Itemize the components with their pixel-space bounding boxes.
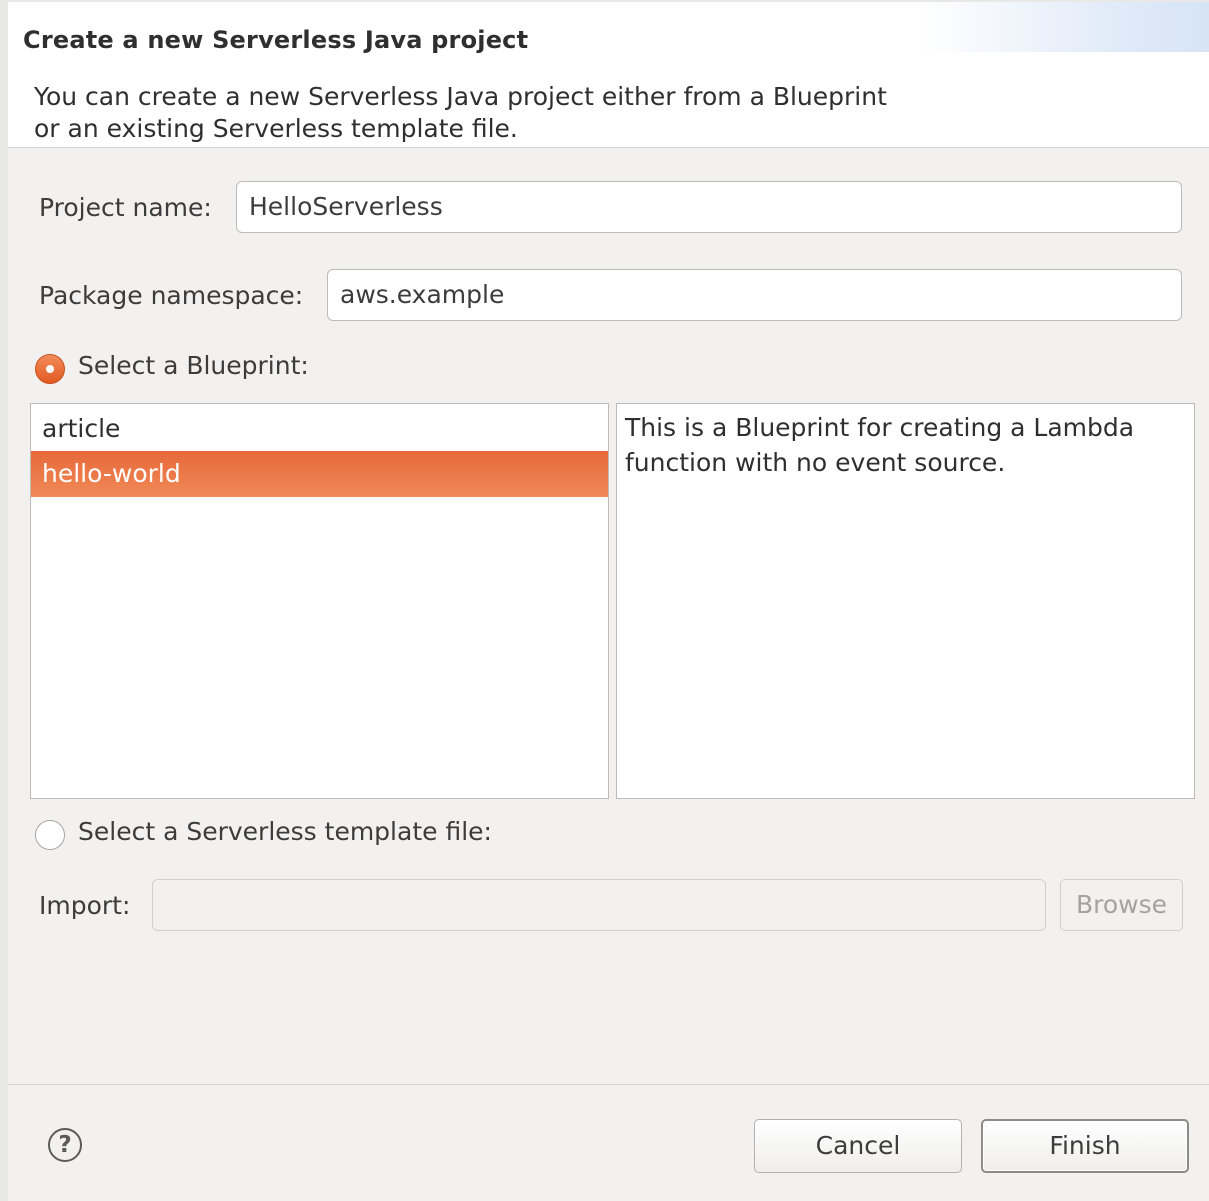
blueprint-description-panel: This is a Blueprint for creating a Lambd…	[616, 403, 1195, 799]
project-name-label: Project name:	[39, 193, 212, 222]
wizard-header: Create a new Serverless Java project You…	[8, 2, 1209, 148]
package-namespace-input[interactable]: aws.example	[327, 269, 1182, 321]
wizard-title: Create a new Serverless Java project	[23, 26, 529, 54]
help-icon[interactable]: ?	[48, 1128, 82, 1162]
wizard-description-line-1: You can create a new Serverless Java pro…	[34, 82, 887, 111]
wizard-description: You can create a new Serverless Java pro…	[34, 81, 1034, 145]
project-name-input[interactable]: HelloServerless	[236, 181, 1182, 233]
blueprint-list-item-article[interactable]: article	[31, 406, 608, 452]
blueprint-list[interactable]: article hello-world	[30, 403, 609, 799]
blueprint-radio-label[interactable]: Select a Blueprint:	[78, 351, 309, 380]
header-banner-graphic	[919, 2, 1209, 52]
blueprint-radio-button[interactable]	[35, 354, 65, 384]
import-label: Import:	[39, 891, 131, 920]
wizard-description-line-2: or an existing Serverless template file.	[34, 114, 518, 143]
blueprint-list-item-hello-world[interactable]: hello-world	[31, 451, 608, 497]
import-path-input[interactable]	[152, 879, 1046, 931]
package-namespace-label: Package namespace:	[39, 281, 304, 310]
finish-button[interactable]: Finish	[981, 1119, 1189, 1173]
new-serverless-project-dialog: Create a new Serverless Java project You…	[0, 0, 1209, 1201]
cancel-button[interactable]: Cancel	[754, 1119, 962, 1173]
template-file-radio-label[interactable]: Select a Serverless template file:	[78, 817, 492, 846]
template-file-radio-button[interactable]	[35, 820, 65, 850]
browse-button[interactable]: Browse	[1060, 879, 1183, 931]
footer-separator	[8, 1084, 1209, 1085]
